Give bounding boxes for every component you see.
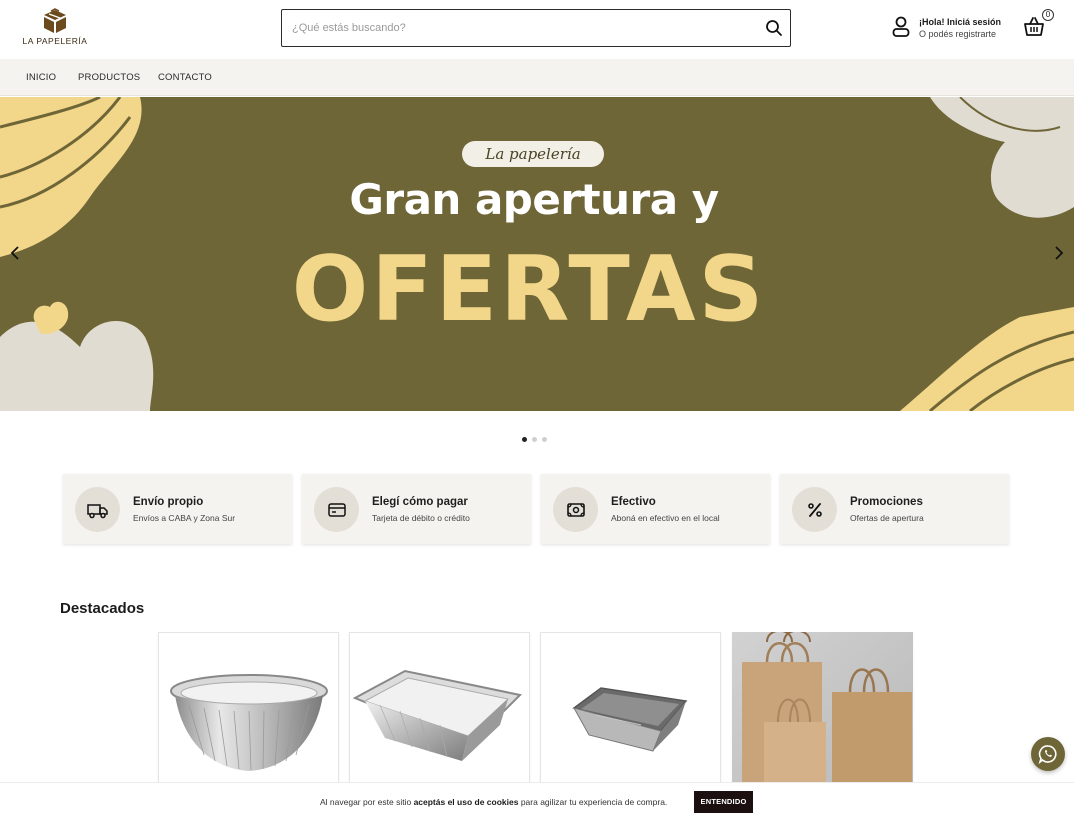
carousel-dot[interactable]	[542, 437, 547, 442]
cookie-text-after: para agilizar tu experiencia de compra.	[518, 797, 668, 807]
banner-tag: La papelería	[462, 141, 604, 167]
carousel-dots	[522, 429, 552, 442]
product-card[interactable]	[540, 632, 721, 792]
credit-card-icon	[328, 503, 346, 517]
register-link[interactable]: O podés registrarte	[919, 29, 1001, 39]
feature-title: Efectivo	[611, 496, 656, 508]
banner-headline: Gran apertura y	[349, 175, 719, 224]
cart-button[interactable]: 0	[1022, 9, 1054, 42]
carousel-dot[interactable]	[522, 437, 527, 442]
cookie-text-before: Al navegar por este sitio	[320, 797, 414, 807]
search-button[interactable]	[764, 18, 784, 38]
whatsapp-icon	[1038, 745, 1057, 764]
featured-section-title: Destacados	[60, 600, 145, 617]
cookie-text-bold: aceptás el uso de cookies	[413, 797, 519, 807]
hero-banner[interactable]: La papelería Gran apertura y OFERTAS	[0, 97, 1074, 411]
site-logo[interactable]: LA PAPELERÍA	[22, 8, 88, 52]
account-text: ¡Hola! Iniciá sesión O podés registrarte	[919, 17, 1001, 39]
kraft-paper-bags-image	[732, 632, 913, 792]
search-box	[281, 9, 791, 47]
chevron-right-icon	[1055, 246, 1064, 260]
chevron-left-icon	[10, 246, 19, 260]
feature-subtitle: Tarjeta de débito o crédito	[372, 513, 470, 523]
banner-next-button[interactable]	[1050, 245, 1066, 261]
nav-item-inicio[interactable]: INICIO	[26, 72, 56, 83]
login-link[interactable]: ¡Hola! Iniciá sesión	[919, 17, 1001, 27]
feature-card-shipping: Envío propio Envíos a CABA y Zona Sur	[63, 474, 292, 544]
feature-title: Promociones	[850, 496, 923, 508]
round-aluminum-tray-image	[170, 674, 328, 771]
feature-subtitle: Aboná en efectivo en el local	[611, 513, 720, 523]
nav-item-contacto[interactable]: CONTACTO	[158, 72, 212, 83]
search-input[interactable]	[282, 10, 742, 46]
banner-prev-button[interactable]	[8, 245, 24, 261]
truck-icon	[87, 504, 108, 519]
feature-card-payment: Elegí cómo pagar Tarjeta de débito o cré…	[302, 474, 531, 544]
box-logo-icon	[44, 8, 66, 33]
cookie-banner: Al navegar por este sitio aceptás el uso…	[0, 782, 1074, 817]
search-icon	[766, 20, 782, 36]
user-icon	[892, 16, 910, 37]
product-card[interactable]	[349, 632, 530, 792]
main-nav: INICIO PRODUCTOS CONTACTO	[0, 59, 1074, 96]
accept-cookies-button[interactable]: ENTENDIDO	[694, 791, 753, 813]
product-card[interactable]	[732, 632, 913, 792]
cart-count-badge: 0	[1042, 9, 1054, 21]
percent-icon	[808, 503, 822, 517]
rectangular-aluminum-tray-image	[352, 669, 523, 761]
feature-title: Envío propio	[133, 496, 204, 508]
logo-text: LA PAPELERÍA	[22, 36, 88, 46]
feature-subtitle: Ofertas de apertura	[850, 513, 924, 523]
feature-card-promotions: Promociones Ofertas de apertura	[780, 474, 1009, 544]
banner-offer-text: OFERTAS	[291, 237, 767, 342]
feature-card-cash: Efectivo Aboná en efectivo en el local	[541, 474, 770, 544]
feature-subtitle: Envíos a CABA y Zona Sur	[133, 513, 236, 523]
product-card[interactable]	[158, 632, 339, 792]
site-header: LA PAPELERÍA ¡Hola! Iniciá sesión O podé…	[0, 0, 1074, 59]
whatsapp-button[interactable]	[1031, 737, 1065, 771]
feature-icon-circle	[314, 487, 359, 532]
feature-icon-circle	[75, 487, 120, 532]
cash-icon	[567, 503, 585, 517]
carousel-dot[interactable]	[532, 437, 537, 442]
feature-title: Elegí cómo pagar	[372, 496, 468, 508]
nav-item-productos[interactable]: PRODUCTOS	[78, 72, 140, 83]
cookie-message: Al navegar por este sitio aceptás el uso…	[320, 797, 667, 807]
small-rectangular-tray-image	[572, 687, 688, 752]
feature-icon-circle	[792, 487, 837, 532]
feature-icon-circle	[553, 487, 598, 532]
